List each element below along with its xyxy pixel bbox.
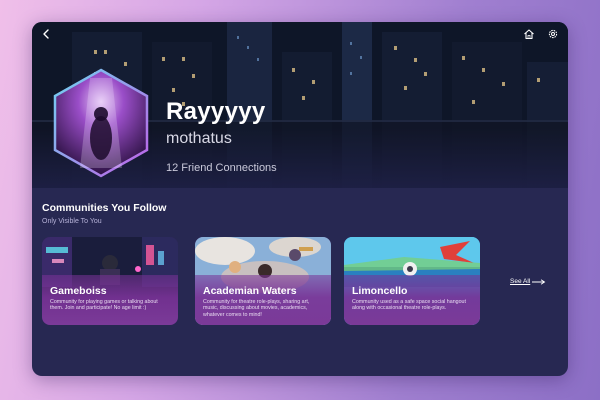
communities-subtitle: Only Visible To You [42, 218, 102, 225]
avatar[interactable] [52, 68, 150, 178]
community-card-limoncello[interactable]: Limoncello Community used as a safe spac… [344, 237, 480, 325]
community-name: Academian Waters [203, 285, 297, 297]
display-name: Rayyyyy [166, 98, 266, 125]
see-all-label: See All [510, 278, 531, 285]
community-description: Community used as a safe space social ha… [352, 299, 466, 312]
chevron-left-icon[interactable] [39, 27, 53, 41]
community-description: Community for playing games or talking a… [50, 299, 158, 312]
home-icon[interactable] [522, 27, 536, 41]
arrow-right-icon [532, 278, 546, 285]
see-all-link[interactable]: See All [510, 278, 546, 285]
community-card-academian-waters[interactable]: Academian Waters Community for theatre r… [195, 237, 331, 325]
community-name: Gameboiss [50, 285, 107, 297]
community-description: Community for theatre role-plays, sharin… [203, 299, 310, 318]
gear-icon[interactable] [546, 27, 560, 41]
communities-title: Communities You Follow [42, 202, 167, 214]
friend-connections[interactable]: 12 Friend Connections [166, 162, 277, 174]
username: mothatus [166, 130, 232, 147]
profile-window: Rayyyyy mothatus 12 Friend Connections C… [32, 22, 568, 376]
profile-banner: Rayyyyy mothatus 12 Friend Connections [32, 22, 568, 188]
community-name: Limoncello [352, 285, 408, 297]
community-card-gameboiss[interactable]: Gameboiss Community for playing games or… [42, 237, 178, 325]
